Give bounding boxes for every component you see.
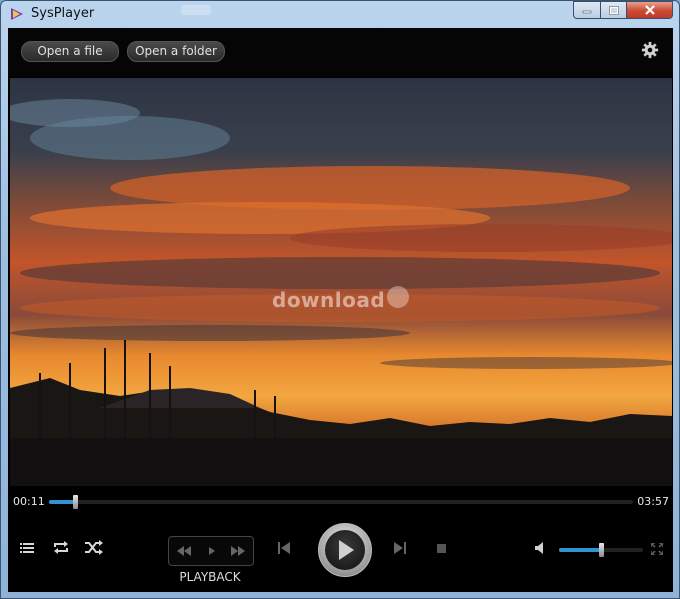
close-button[interactable] xyxy=(627,1,673,19)
video-frame[interactable]: download xyxy=(10,78,672,486)
app-window: SysPlayer Open a file Open a folder down… xyxy=(0,0,680,599)
fast-forward-icon[interactable] xyxy=(231,546,245,556)
stop-icon[interactable] xyxy=(437,544,446,553)
playback-label: PLAYBACK xyxy=(179,570,241,584)
minimize-icon xyxy=(582,10,592,14)
window-title: SysPlayer xyxy=(31,6,95,21)
title-bar-glare xyxy=(181,5,211,15)
next-track-icon[interactable] xyxy=(394,542,406,554)
video-watermark: download xyxy=(272,288,386,312)
volume-level xyxy=(559,548,601,552)
previous-track-icon[interactable] xyxy=(278,542,290,554)
seek-bar-progress xyxy=(49,500,76,504)
repeat-icon[interactable] xyxy=(52,540,70,555)
play-button-face xyxy=(325,530,365,570)
current-time: 00:11 xyxy=(13,495,45,508)
close-icon xyxy=(644,5,655,15)
playback-speed-group xyxy=(168,536,254,566)
playlist-icon[interactable] xyxy=(20,542,34,554)
control-bar: 00:11 03:57 PLAYBACK xyxy=(8,486,673,592)
top-toolbar: Open a file Open a folder xyxy=(8,28,673,76)
slow-play-icon[interactable] xyxy=(205,546,219,556)
play-button[interactable] xyxy=(318,523,372,577)
volume-icon[interactable] xyxy=(535,542,547,554)
window-controls xyxy=(573,1,673,20)
volume-handle[interactable] xyxy=(599,543,604,557)
open-file-button[interactable]: Open a file xyxy=(21,41,119,62)
fullscreen-icon[interactable] xyxy=(651,543,663,555)
open-folder-button[interactable]: Open a folder xyxy=(127,41,225,62)
volume-slider[interactable] xyxy=(559,543,643,557)
title-bar[interactable]: SysPlayer xyxy=(1,1,679,27)
app-logo-icon xyxy=(11,8,23,20)
play-icon xyxy=(339,540,354,560)
shuffle-icon[interactable] xyxy=(84,540,104,555)
maximize-icon xyxy=(608,5,619,15)
total-duration: 03:57 xyxy=(637,495,669,508)
sunset-video-image xyxy=(10,78,672,486)
seek-bar[interactable] xyxy=(49,495,633,509)
minimize-button[interactable] xyxy=(573,1,601,19)
maximize-button[interactable] xyxy=(601,1,627,19)
watermark-badge-icon xyxy=(387,286,409,308)
player-client-area: Open a file Open a folder download 00:11… xyxy=(8,28,673,592)
gear-icon[interactable] xyxy=(641,41,659,59)
rewind-icon[interactable] xyxy=(177,546,191,556)
seek-handle[interactable] xyxy=(73,495,79,509)
